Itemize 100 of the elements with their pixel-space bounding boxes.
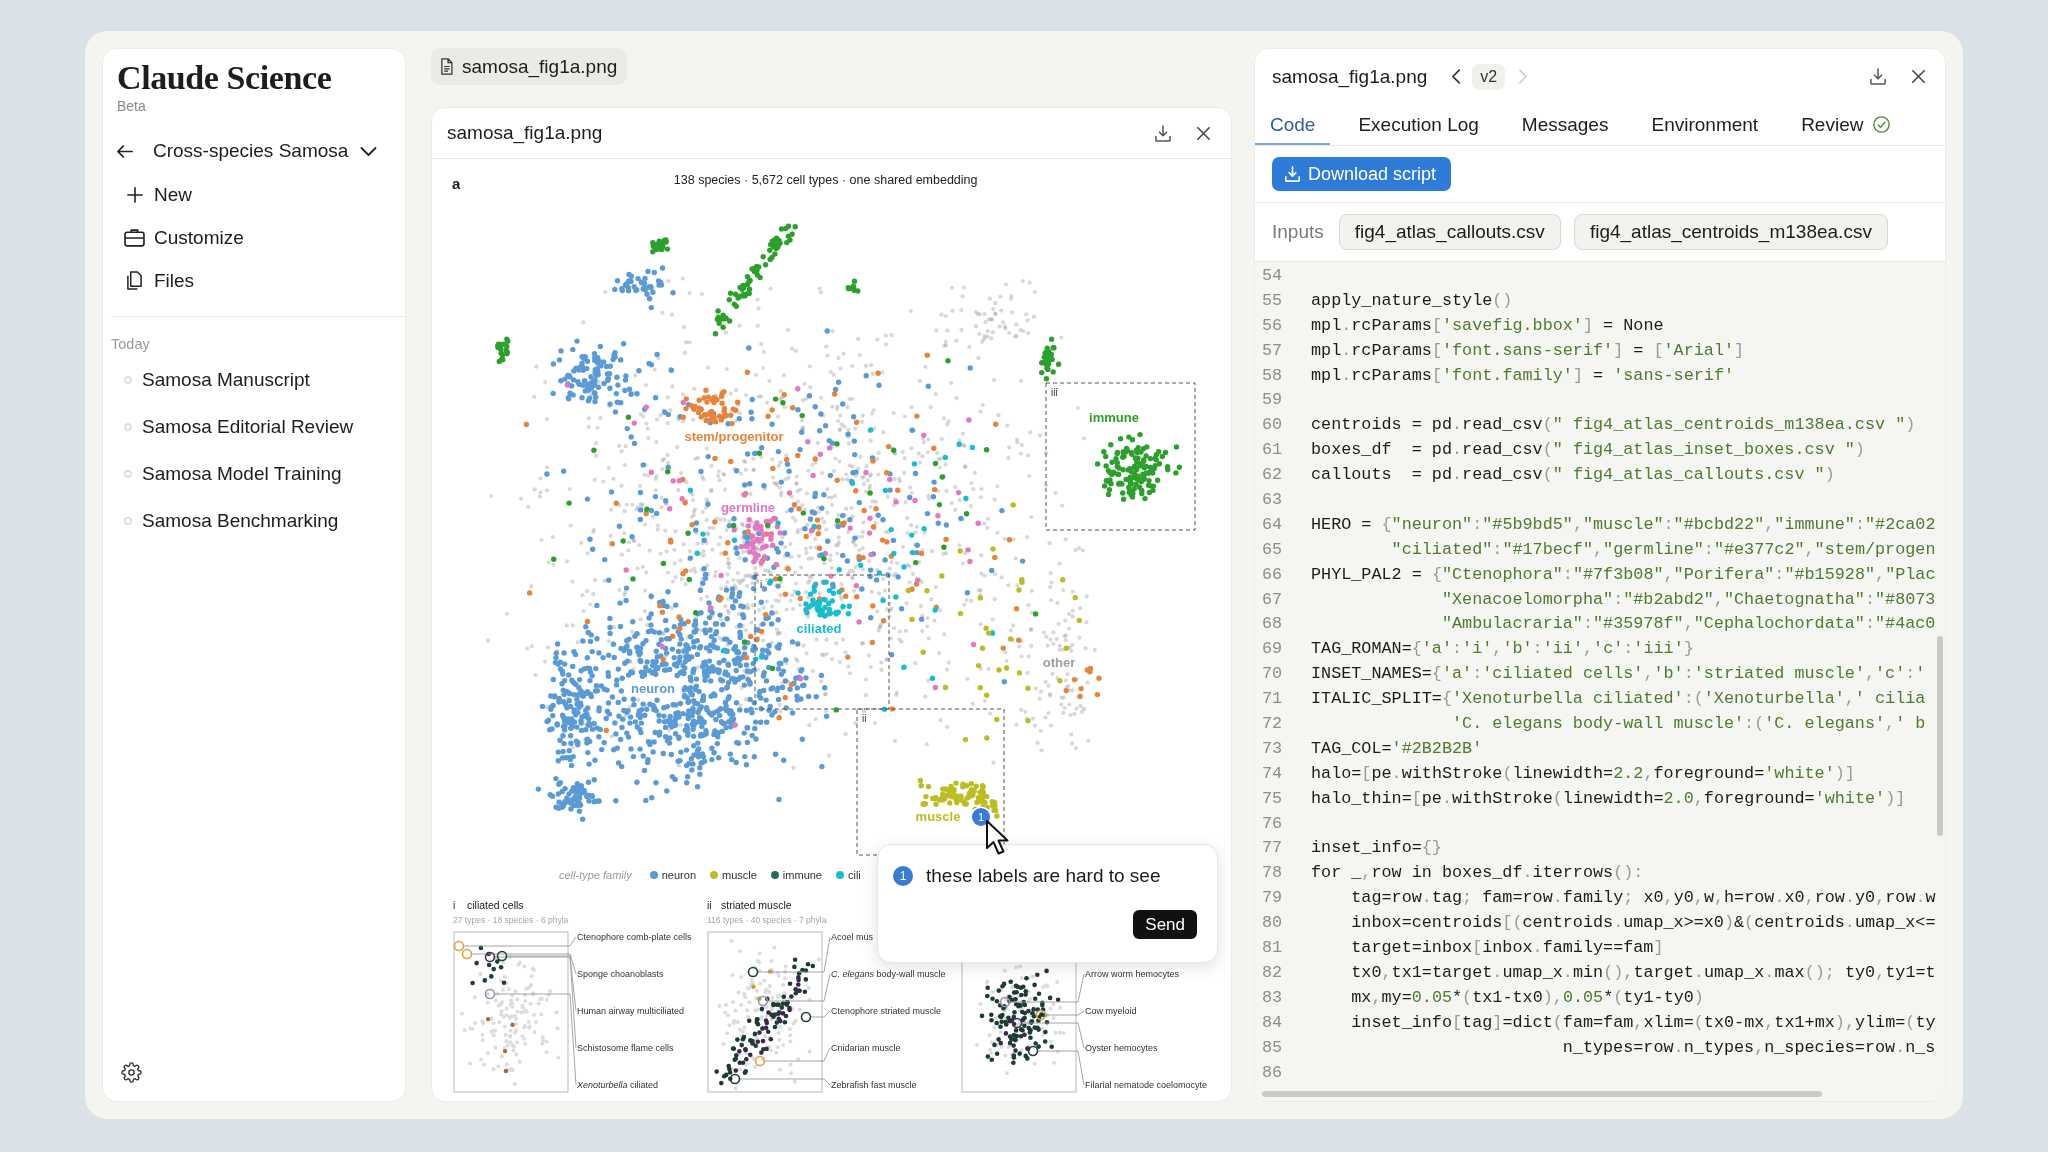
comment-input[interactable]: these labels are hard to see	[926, 865, 1197, 887]
code-line: halo=[pe.withStroke(linewidth=2.2,foreground='white')]	[1311, 762, 1855, 785]
callout-label: Ctenophore comb-plate cells	[577, 931, 692, 943]
line-number: 67	[1261, 588, 1284, 611]
chat-item[interactable]: Samosa Editorial Review	[117, 403, 391, 450]
cluster-label: ciliated	[796, 620, 842, 636]
code-line: PHYL_PAL2 = {"Ctenophora":"#7f3b08","Porifera":"#b15928","Plac	[1311, 563, 1936, 586]
line-number: 64	[1261, 513, 1284, 536]
comment-marker[interactable]: 1	[972, 808, 990, 826]
inset-tag: iii	[1051, 387, 1058, 398]
inset-subtitle: 27 types · 18 species · 6 phyla	[453, 915, 569, 925]
nav-item[interactable]: Customize	[117, 216, 244, 259]
tab[interactable]: Execution Log	[1343, 104, 1494, 145]
code-line: TAG_ROMAN={'a':'i','b':'ii','c':'iii'}	[1311, 638, 1694, 661]
callout-label: Oyster hemocytes	[1085, 1042, 1158, 1054]
plus-icon	[126, 186, 143, 203]
data-point	[485, 1016, 491, 1022]
line-number: 71	[1261, 688, 1284, 711]
tab[interactable]: Environment	[1636, 104, 1774, 145]
close-icon[interactable]	[1912, 70, 1925, 83]
data-point	[768, 1036, 774, 1042]
download-icon[interactable]	[1155, 124, 1171, 142]
send-button[interactable]: Send	[1133, 910, 1197, 939]
briefcase-icon	[124, 228, 145, 247]
line-number: 82	[1261, 961, 1284, 984]
line-number: 60	[1261, 414, 1284, 437]
callout-ring-icon	[999, 996, 1011, 1008]
data-point	[767, 969, 773, 974]
callout-label: Zebrafish fast muscle	[831, 1079, 917, 1091]
chevron-down-icon	[360, 146, 378, 156]
callout-ring-icon	[484, 951, 496, 963]
line-number: 72	[1261, 713, 1284, 736]
chat-item[interactable]: Samosa Benchmarking	[117, 497, 391, 544]
circle-bullet-icon	[124, 469, 132, 478]
data-point	[474, 960, 479, 966]
input-file-chip[interactable]: fig4_atlas_centroids_m138ea.csv	[1573, 214, 1888, 250]
nav-item[interactable]: New	[117, 173, 192, 216]
code-line: "Ambulacraria":"#35978f","Cephalochordata":"#4ac0	[1440, 613, 1936, 636]
tab[interactable]: Review	[1786, 104, 1906, 145]
callout-ring-icon	[729, 1073, 741, 1085]
line-number: 83	[1261, 986, 1284, 1009]
callout-ring-icon	[754, 1055, 766, 1067]
chat-item[interactable]: Samosa Manuscript	[117, 356, 391, 403]
code-line: tx0,tx1=target.umap_x.min(),target.umap_x.max(); ty0,ty1=t	[1350, 961, 1936, 984]
callout-ring-icon	[484, 988, 496, 1000]
data-point	[733, 1068, 739, 1073]
close-icon[interactable]	[1197, 126, 1210, 140]
callout-label: Filarial nematode coelomocyte	[1085, 1079, 1208, 1091]
callout-ring-icon	[461, 948, 473, 960]
callout-label: Sponge choanoblasts	[577, 968, 664, 980]
data-point	[1011, 1043, 1016, 1048]
data-point	[1025, 1046, 1030, 1051]
beta-label: Beta	[117, 97, 146, 115]
data-point	[503, 1068, 509, 1074]
vertical-scrollbar[interactable]	[1937, 636, 1943, 836]
data-point	[1022, 1032, 1027, 1037]
callout-label: Schistosome flame cells	[577, 1042, 674, 1054]
code-line: for _,row in boxes_df.iterrows():	[1311, 862, 1644, 885]
files-icon	[126, 270, 143, 291]
code-line: ITALIC_SPLIT={'Xenoturbella ciliated':('Xenoturbella',' cilia	[1311, 688, 1926, 711]
callout-label: C. elegans body-wall muscle	[831, 968, 946, 980]
input-file-chip[interactable]: fig4_atlas_callouts.csv	[1338, 214, 1561, 250]
line-number: 74	[1261, 762, 1284, 785]
line-number: 77	[1261, 837, 1284, 860]
cluster-label: stem/progenitor	[684, 428, 784, 444]
tab[interactable]: Code	[1255, 104, 1331, 145]
line-number: 55	[1261, 289, 1284, 312]
nav-item[interactable]: Files	[117, 259, 195, 302]
settings-icon[interactable]	[121, 1062, 142, 1083]
cluster-label: muscle	[915, 808, 961, 824]
project-selector[interactable]: Cross-species Samosa	[153, 140, 378, 162]
chevron-left-icon[interactable]	[1452, 69, 1462, 84]
download-icon[interactable]	[1870, 68, 1886, 85]
callout-label: Acoel mus	[831, 931, 874, 943]
image-title: samosa_fig1a.png	[447, 122, 603, 144]
code-line: 'C. elegans body-wall muscle':('C. elegans',' b	[1451, 713, 1926, 736]
back-arrow-icon[interactable]	[117, 144, 133, 158]
data-point	[502, 1048, 508, 1054]
chat-item[interactable]: Samosa Model Training	[117, 450, 391, 497]
file-tab[interactable]: samosa_fig1a.png	[431, 48, 628, 85]
figure-title: 138 species · 5,672 cell types · one shared embedding	[673, 173, 978, 187]
data-point	[478, 945, 484, 951]
code-line: mpl.rcParams['savefig.bbox'] = None	[1311, 314, 1664, 337]
data-point	[998, 1040, 1004, 1046]
line-number: 63	[1261, 489, 1284, 511]
horizontal-scrollbar[interactable]	[1262, 1091, 1822, 1097]
download-script-button[interactable]: Download script	[1272, 157, 1452, 191]
data-point	[501, 980, 507, 985]
callout-ring-icon	[496, 950, 508, 962]
data-point	[1003, 1031, 1009, 1036]
tab[interactable]: Messages	[1506, 104, 1624, 145]
document-icon	[440, 58, 453, 75]
line-number: 76	[1261, 812, 1284, 835]
line-number: 84	[1261, 1011, 1284, 1034]
panel-letter: a	[452, 175, 461, 193]
cluster-label: germline	[720, 499, 776, 515]
line-number: 85	[1261, 1036, 1284, 1059]
inset-title: ciliated cells	[467, 899, 524, 911]
line-number: 56	[1261, 314, 1284, 337]
line-number: 54	[1261, 265, 1284, 287]
